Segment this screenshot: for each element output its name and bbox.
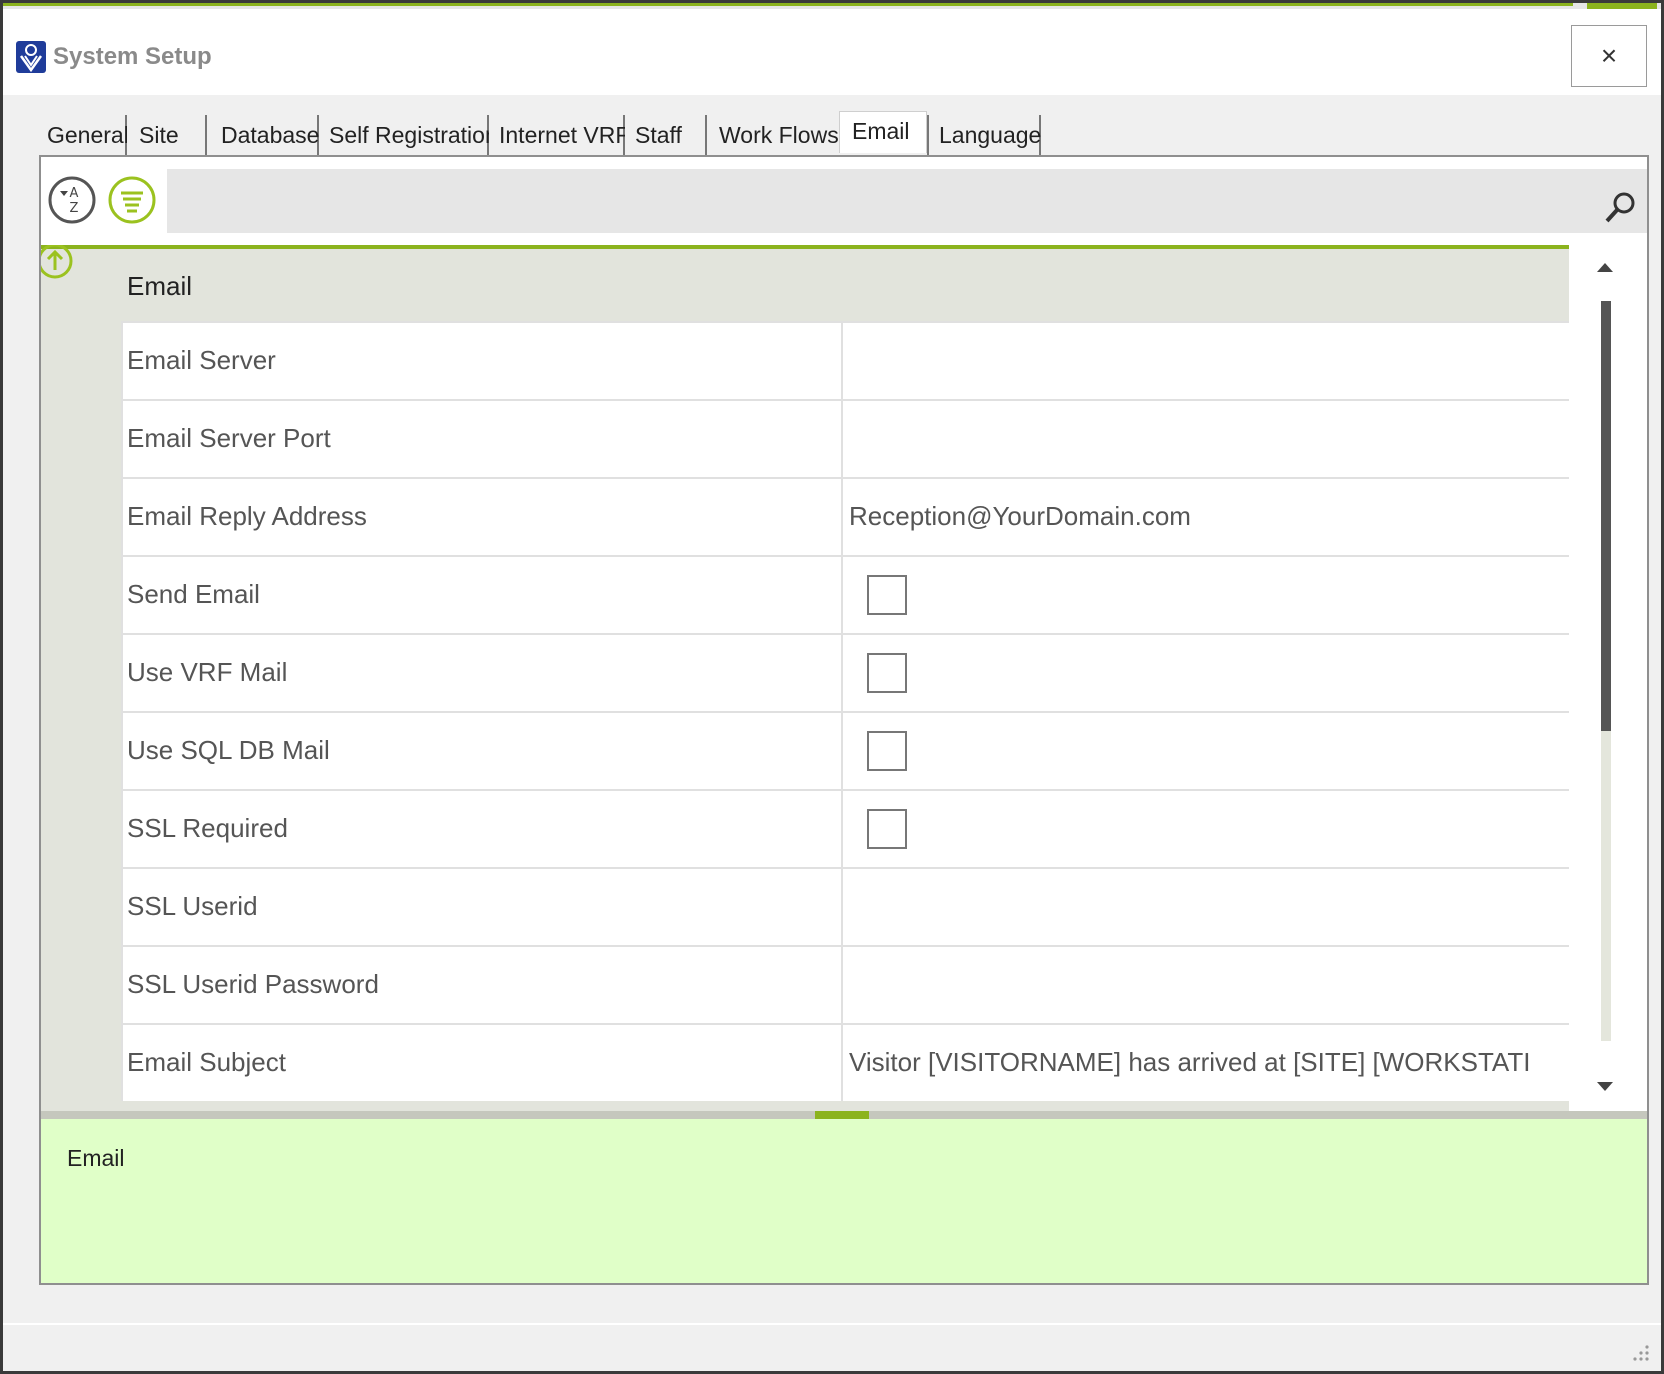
tab-staff[interactable]: Staff — [625, 115, 707, 155]
status-divider — [3, 1323, 1661, 1325]
tab-language[interactable]: Language — [927, 115, 1041, 155]
description-title: Email — [67, 1145, 125, 1171]
tab-site[interactable]: Site — [127, 115, 207, 155]
property-row-ssl-userid[interactable]: SSL Userid — [121, 867, 1569, 945]
property-name: Use SQL DB Mail — [127, 735, 330, 765]
property-row-email-subject[interactable]: Email Subject Visitor [VISITORNAME] has … — [121, 1023, 1569, 1101]
tab-internet-vrf[interactable]: Internet VRF — [489, 115, 629, 155]
svg-text:Z: Z — [70, 201, 79, 216]
splitter-grip[interactable] — [815, 1111, 869, 1119]
ssl-required-checkbox[interactable] — [867, 809, 907, 849]
svg-text:A: A — [70, 186, 79, 201]
property-grid: Email Email Server Email Server Port Ema… — [41, 245, 1569, 1111]
property-row-ssl-required[interactable]: SSL Required — [121, 789, 1569, 867]
system-setup-window: System Setup × General Site Database Sel… — [0, 0, 1664, 1374]
property-row-use-sql-db-mail[interactable]: Use SQL DB Mail — [121, 711, 1569, 789]
property-toolbar: A Z — [41, 157, 1647, 241]
property-name: Use VRF Mail — [127, 657, 288, 687]
property-name: Email Server — [127, 345, 276, 375]
property-name: SSL Required — [127, 813, 288, 843]
tab-database[interactable]: Database — [207, 115, 319, 155]
tab-email[interactable]: Email — [839, 111, 927, 153]
scroll-thumb[interactable] — [1601, 301, 1611, 731]
vertical-scrollbar[interactable] — [1569, 245, 1647, 1111]
property-value[interactable]: Visitor [VISITORNAME] has arrived at [SI… — [849, 1047, 1530, 1078]
sort-alphabetical-icon[interactable]: A Z — [47, 175, 97, 225]
use-vrf-mail-checkbox[interactable] — [867, 653, 907, 693]
property-row-email-server-port[interactable]: Email Server Port — [121, 399, 1569, 477]
property-rows: Email Server Email Server Port Email Rep… — [121, 321, 1569, 1101]
categorized-list-icon[interactable] — [107, 175, 157, 225]
property-row-email-reply-address[interactable]: Email Reply Address Reception@YourDomain… — [121, 477, 1569, 555]
search-icon[interactable] — [1603, 189, 1639, 225]
collapse-arrow-icon[interactable] — [41, 245, 81, 287]
accent-line — [3, 3, 1573, 6]
scroll-down-arrow-icon[interactable] — [1597, 1082, 1613, 1091]
use-sql-db-mail-checkbox[interactable] — [867, 731, 907, 771]
description-splitter[interactable] — [41, 1111, 1647, 1119]
property-panel: A Z Email Email Server Email Server Port… — [39, 155, 1649, 1285]
property-name: Email Subject — [127, 1047, 286, 1077]
tab-general[interactable]: General — [39, 115, 129, 155]
property-name: SSL Userid — [127, 891, 258, 921]
property-row-ssl-userid-password[interactable]: SSL Userid Password — [121, 945, 1569, 1023]
scroll-up-arrow-icon[interactable] — [1597, 263, 1613, 272]
property-row-send-email[interactable]: Send Email — [121, 555, 1569, 633]
category-label: Email — [127, 271, 193, 301]
property-row-email-server[interactable]: Email Server — [121, 321, 1569, 399]
property-name: Send Email — [127, 579, 260, 609]
tab-work-flows[interactable]: Work Flows — [707, 115, 839, 155]
title-bar: System Setup × — [3, 9, 1661, 95]
window-title: System Setup — [53, 43, 212, 70]
property-row-use-vrf-mail[interactable]: Use VRF Mail — [121, 633, 1569, 711]
search-input[interactable] — [167, 169, 1647, 233]
app-logo-icon — [16, 41, 46, 73]
property-name: Email Reply Address — [127, 501, 367, 531]
property-value[interactable]: Reception@YourDomain.com — [849, 501, 1191, 532]
category-row[interactable]: Email — [41, 245, 1569, 321]
resize-grip-icon[interactable] — [1629, 1341, 1651, 1363]
send-email-checkbox[interactable] — [867, 575, 907, 615]
tab-self-registration[interactable]: Self Registration — [319, 115, 498, 155]
property-name: Email Server Port — [127, 423, 331, 453]
tab-strip: General Site Database Self Registration … — [39, 111, 1041, 157]
property-name: SSL Userid Password — [127, 969, 379, 999]
close-button[interactable]: × — [1571, 25, 1647, 87]
description-area: Email — [41, 1119, 1647, 1283]
